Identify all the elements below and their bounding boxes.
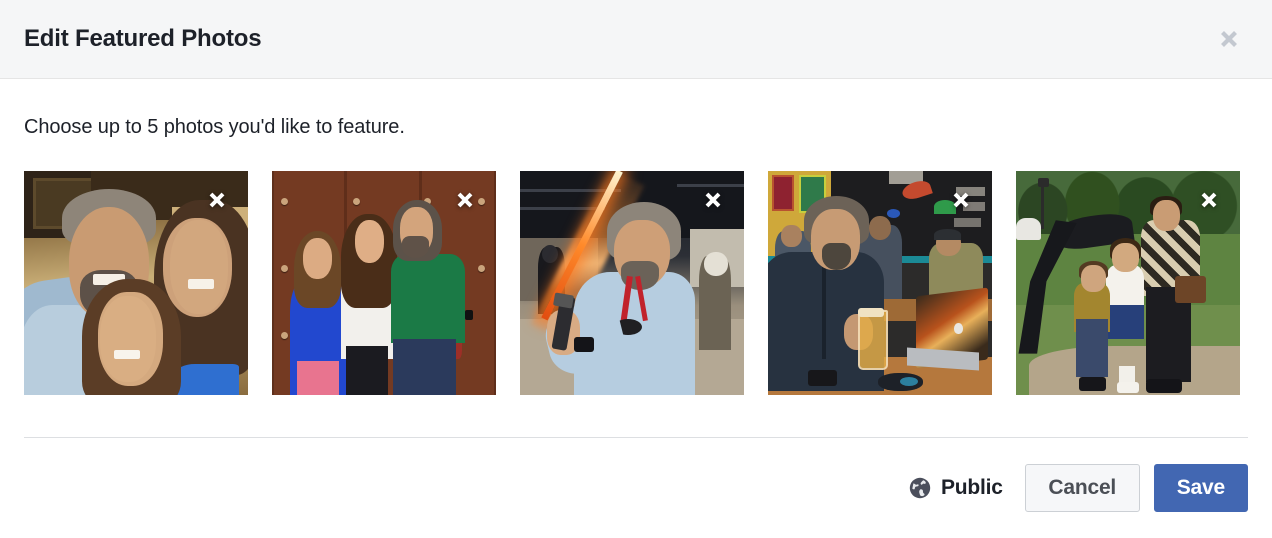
remove-x-icon: [702, 189, 724, 211]
close-icon: [1216, 26, 1242, 52]
dialog-body: Choose up to 5 photos you'd like to feat…: [0, 79, 1272, 437]
remove-photo-button[interactable]: [1197, 188, 1221, 212]
featured-photo-item[interactable]: [520, 171, 744, 395]
featured-photo-grid: [24, 171, 1248, 395]
dialog-footer: Public Cancel Save: [0, 438, 1272, 538]
remove-photo-button[interactable]: [205, 188, 229, 212]
featured-photo-item[interactable]: [24, 171, 248, 395]
featured-photo-item[interactable]: [1016, 171, 1240, 395]
audience-label: Public: [940, 476, 1003, 499]
close-button[interactable]: [1212, 22, 1246, 56]
page-title: Edit Featured Photos: [24, 25, 262, 52]
remove-x-icon: [454, 189, 476, 211]
featured-photo-item[interactable]: [272, 171, 496, 395]
dialog-header: Edit Featured Photos: [0, 0, 1272, 79]
cancel-button[interactable]: Cancel: [1024, 464, 1140, 512]
remove-photo-button[interactable]: [949, 188, 973, 212]
remove-x-icon: [206, 189, 228, 211]
instruction-text: Choose up to 5 photos you'd like to feat…: [24, 116, 405, 138]
audience-selector[interactable]: Public: [908, 476, 1003, 500]
remove-x-icon: [1198, 189, 1220, 211]
globe-icon: [908, 476, 932, 500]
featured-photo-item[interactable]: [768, 171, 992, 395]
save-button[interactable]: Save: [1153, 464, 1248, 512]
remove-photo-button[interactable]: [701, 188, 725, 212]
remove-photo-button[interactable]: [453, 188, 477, 212]
remove-x-icon: [950, 189, 972, 211]
edit-featured-photos-dialog: Edit Featured Photos Choose up to 5 phot…: [0, 0, 1272, 538]
